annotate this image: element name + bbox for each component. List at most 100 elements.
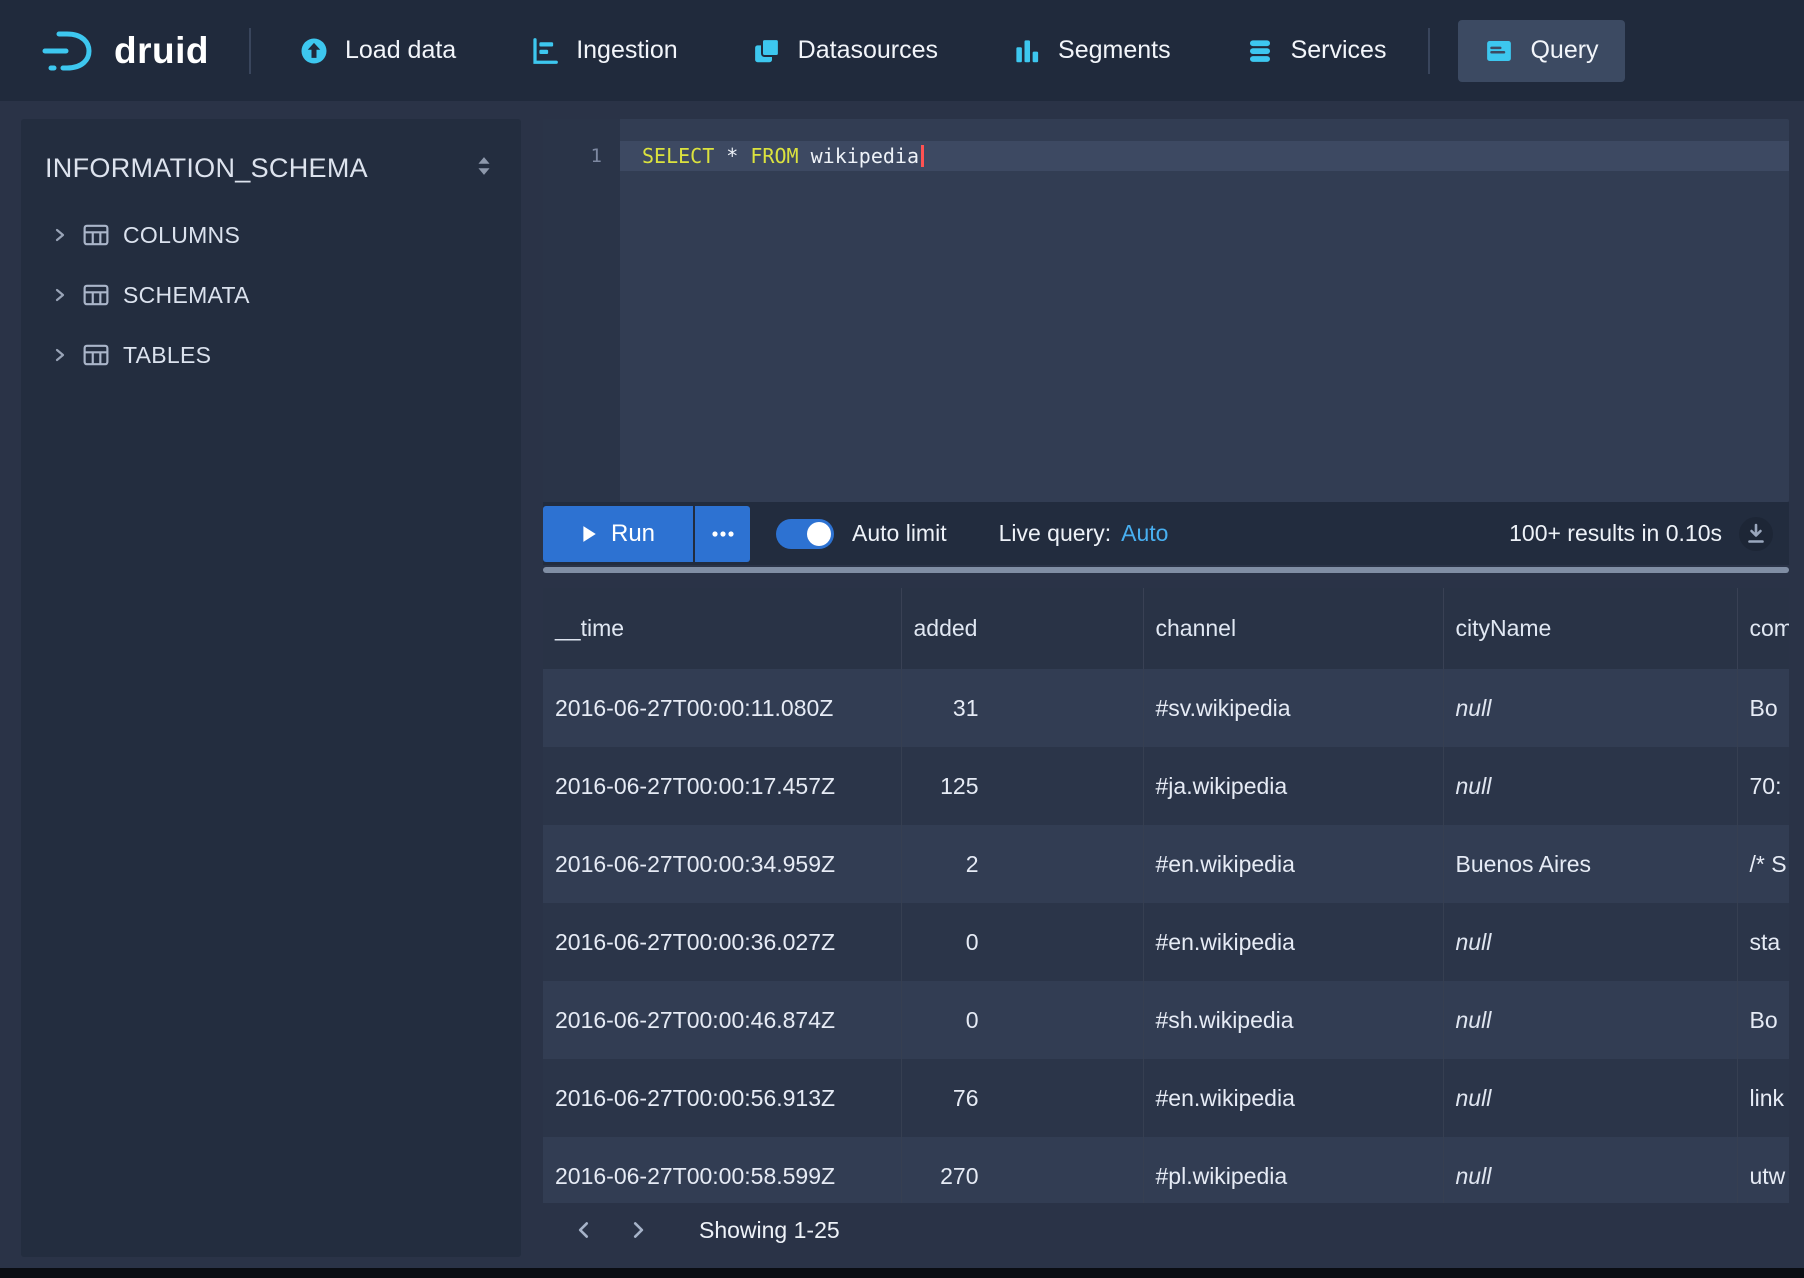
column-header-added[interactable]: added <box>901 588 1143 669</box>
sql-editor[interactable]: 1 SELECT * FROM wikipedia <box>543 119 1789 502</box>
nav-label: Load data <box>345 36 456 65</box>
table-row: 2016-06-27T00:00:56.913Z 76 #en.wikipedi… <box>543 1059 1789 1137</box>
cell-cityname[interactable]: null <box>1443 981 1737 1059</box>
results-summary: 100+ results in 0.10s <box>1509 520 1722 547</box>
cell-cityname[interactable]: null <box>1443 747 1737 825</box>
cell-added[interactable]: 125 <box>901 747 1143 825</box>
results-table: __time added channel cityName comment 20… <box>543 588 1789 1203</box>
nav-item-load-data[interactable]: Load data <box>291 20 464 82</box>
cell-time[interactable]: 2016-06-27T00:00:17.457Z <box>543 747 901 825</box>
chevron-right-icon <box>51 226 69 244</box>
tree-item-schemata[interactable]: SCHEMATA <box>45 265 497 325</box>
cell-added[interactable]: 0 <box>901 903 1143 981</box>
cell-channel[interactable]: #pl.wikipedia <box>1143 1137 1443 1203</box>
text-cursor <box>921 145 924 167</box>
live-query-value[interactable]: Auto <box>1121 520 1168 547</box>
table-header-row: __time added channel cityName comment <box>543 588 1789 669</box>
nav-label: Query <box>1530 36 1598 65</box>
table-icon <box>83 343 109 367</box>
run-button[interactable]: Run <box>543 506 693 562</box>
cell-time[interactable]: 2016-06-27T00:00:46.874Z <box>543 981 901 1059</box>
schema-sidebar: INFORMATION_SCHEMA <box>21 119 521 1257</box>
results-body: 2016-06-27T00:00:11.080Z 31 #sv.wikipedi… <box>543 669 1789 1203</box>
cell-cityname[interactable]: null <box>1443 669 1737 747</box>
query-icon <box>1484 36 1514 66</box>
tree-item-columns[interactable]: COLUMNS <box>45 205 497 265</box>
line-number: 1 <box>543 141 620 171</box>
column-header-time[interactable]: __time <box>543 588 901 669</box>
query-view: 1 SELECT * FROM wikipedia Run <box>543 119 1789 1257</box>
nav-item-segments[interactable]: Segments <box>1004 20 1179 82</box>
cell-added[interactable]: 76 <box>901 1059 1143 1137</box>
tree-item-tables[interactable]: TABLES <box>45 325 497 385</box>
cell-channel[interactable]: #sv.wikipedia <box>1143 669 1443 747</box>
cell-comment[interactable]: utw <box>1737 1137 1789 1203</box>
nav-item-ingestion[interactable]: Ingestion <box>522 20 685 82</box>
cell-time[interactable]: 2016-06-27T00:00:34.959Z <box>543 825 901 903</box>
sql-line: SELECT * FROM wikipedia <box>620 141 1789 171</box>
cell-channel[interactable]: #en.wikipedia <box>1143 825 1443 903</box>
more-options-button[interactable] <box>695 506 750 562</box>
load-data-icon <box>299 36 329 66</box>
cell-channel[interactable]: #en.wikipedia <box>1143 1059 1443 1137</box>
brand: druid <box>38 27 209 75</box>
showing-label: Showing 1-25 <box>699 1217 840 1244</box>
cell-added[interactable]: 2 <box>901 825 1143 903</box>
toggle-knob <box>807 522 831 546</box>
run-toolbar: Run Auto limit Live query: Auto 100+ res… <box>543 502 1789 565</box>
column-header-channel[interactable]: channel <box>1143 588 1443 669</box>
cell-comment[interactable]: /* S <box>1737 825 1789 903</box>
tree-item-label: TABLES <box>123 342 211 369</box>
topbar-divider <box>1428 28 1430 74</box>
next-page-button[interactable] <box>617 1209 659 1251</box>
cell-cityname[interactable]: Buenos Aires <box>1443 825 1737 903</box>
cell-comment[interactable]: sta <box>1737 903 1789 981</box>
schema-tree: COLUMNS SCHEMATA <box>45 205 497 385</box>
download-icon[interactable] <box>1738 516 1774 552</box>
nav-label: Datasources <box>798 36 938 65</box>
cell-comment[interactable]: link <box>1737 1059 1789 1137</box>
more-icon <box>712 531 734 537</box>
cell-time[interactable]: 2016-06-27T00:00:56.913Z <box>543 1059 901 1137</box>
cell-added[interactable]: 0 <box>901 981 1143 1059</box>
auto-limit-label[interactable]: Auto limit <box>852 520 947 547</box>
table-row: 2016-06-27T00:00:36.027Z 0 #en.wikipedia… <box>543 903 1789 981</box>
nav-label: Ingestion <box>576 36 677 65</box>
table-icon <box>83 223 109 247</box>
sql-star: * <box>726 144 738 168</box>
cell-comment[interactable]: Bo <box>1737 981 1789 1059</box>
cell-added[interactable]: 31 <box>901 669 1143 747</box>
nav-item-datasources[interactable]: Datasources <box>744 20 946 82</box>
cell-channel[interactable]: #en.wikipedia <box>1143 903 1443 981</box>
nav-label: Segments <box>1058 36 1171 65</box>
cell-time[interactable]: 2016-06-27T00:00:58.599Z <box>543 1137 901 1203</box>
cell-cityname[interactable]: null <box>1443 1137 1737 1203</box>
editor-code-area[interactable]: SELECT * FROM wikipedia <box>620 119 1789 502</box>
cell-channel[interactable]: #sh.wikipedia <box>1143 981 1443 1059</box>
nav-item-services[interactable]: Services <box>1237 20 1395 82</box>
sql-keyword: FROM <box>750 144 798 168</box>
double-caret-icon[interactable] <box>471 152 497 185</box>
services-icon <box>1245 36 1275 66</box>
cell-cityname[interactable]: null <box>1443 1059 1737 1137</box>
prev-page-button[interactable] <box>563 1209 605 1251</box>
table-icon <box>83 283 109 307</box>
panel-splitter[interactable] <box>543 567 1789 573</box>
tree-item-label: COLUMNS <box>123 222 240 249</box>
cell-cityname[interactable]: null <box>1443 903 1737 981</box>
table-row: 2016-06-27T00:00:34.959Z 2 #en.wikipedia… <box>543 825 1789 903</box>
cell-channel[interactable]: #ja.wikipedia <box>1143 747 1443 825</box>
column-header-cityname[interactable]: cityName <box>1443 588 1737 669</box>
main-nav: Load data Ingestion Datasources <box>291 20 1394 82</box>
cell-comment[interactable]: 70: <box>1737 747 1789 825</box>
cell-added[interactable]: 270 <box>901 1137 1143 1203</box>
column-header-comment[interactable]: comment <box>1737 588 1789 669</box>
cell-time[interactable]: 2016-06-27T00:00:11.080Z <box>543 669 901 747</box>
topbar: druid Load data Ingestion <box>0 0 1804 101</box>
pagination-bar: Showing 1-25 <box>543 1203 1789 1257</box>
auto-limit-toggle[interactable] <box>776 519 834 549</box>
cell-comment[interactable]: Bo <box>1737 669 1789 747</box>
cell-time[interactable]: 2016-06-27T00:00:36.027Z <box>543 903 901 981</box>
topbar-divider <box>249 28 251 74</box>
nav-item-query[interactable]: Query <box>1458 20 1624 82</box>
